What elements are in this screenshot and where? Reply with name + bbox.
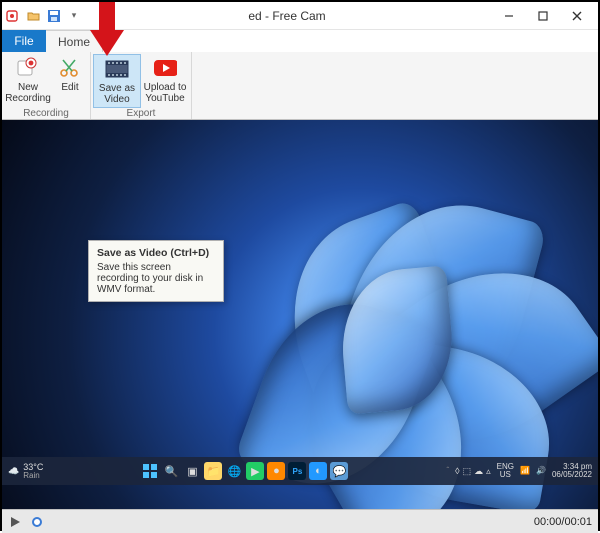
tray-region: US	[497, 471, 514, 479]
tooltip: Save as Video (Ctrl+D) Save this screen …	[88, 240, 224, 302]
wallpaper	[2, 120, 598, 509]
recorded-taskbar: ☁️ 33°C Rain 🔍 ▣ 📁 🌐 ▶ ● Ps ◐ 💬 ˆ ◊ ⬚ ☁	[2, 457, 598, 485]
app-icon-3: ◐	[309, 462, 327, 480]
weather-icon: ☁️	[8, 466, 19, 477]
tray-icon: ▵	[486, 467, 491, 476]
record-icon	[16, 56, 40, 80]
taskbar-tray: ˆ ◊ ⬚ ☁ ▵ ENG US 📶 🔊 3:34 pm 06/05/2022	[447, 463, 593, 479]
player-time: 00:00/00:01	[534, 516, 592, 528]
preview-area: Save as Video (Ctrl+D) Save this screen …	[2, 120, 598, 509]
title-bar: ▾ ed - Free Cam	[2, 2, 598, 30]
group-export: Save as Video Upload to YouTube Export	[91, 52, 192, 119]
group-recording: New Recording Edit Recording	[2, 52, 91, 119]
tab-home[interactable]: Home	[46, 30, 103, 52]
save-icon[interactable]	[46, 8, 62, 24]
edit-button[interactable]: Edit	[52, 54, 88, 108]
open-icon[interactable]	[26, 8, 42, 24]
tray-date: 06/05/2022	[552, 471, 592, 479]
start-icon	[141, 462, 159, 480]
edit-label: Edit	[61, 82, 78, 93]
app-icon-4: 💬	[330, 462, 348, 480]
taskview-icon: ▣	[183, 462, 201, 480]
player-bar: 00:00/00:01	[2, 509, 598, 533]
new-recording-button[interactable]: New Recording	[4, 54, 52, 108]
taskbar-weather: ☁️ 33°C Rain	[8, 463, 43, 480]
ribbon-tabs: File Home	[2, 30, 598, 52]
play-button[interactable]	[8, 515, 22, 529]
quick-access-toolbar: ▾	[6, 8, 82, 24]
search-icon: 🔍	[162, 462, 180, 480]
maximize-button[interactable]	[526, 3, 560, 29]
window-title: ed - Free Cam	[82, 9, 492, 23]
playhead-marker[interactable]	[30, 515, 44, 529]
tray-icon: ⬚	[463, 467, 472, 476]
taskbar-center: 🔍 ▣ 📁 🌐 ▶ ● Ps ◐ 💬	[43, 462, 446, 480]
tray-icon: ☁	[474, 467, 483, 476]
volume-icon: 🔊	[536, 467, 546, 475]
qat-dropdown-icon[interactable]: ▾	[66, 8, 82, 24]
scissors-icon	[58, 56, 82, 80]
new-recording-label: New Recording	[5, 82, 51, 104]
save-as-video-label: Save as Video	[99, 83, 135, 105]
edge-icon: 🌐	[225, 462, 243, 480]
tray-icon: ◊	[455, 467, 459, 476]
upload-youtube-button[interactable]: Upload to YouTube	[141, 54, 189, 108]
explorer-icon: 📁	[204, 462, 222, 480]
ribbon: New Recording Edit Recording Save as Vid…	[2, 52, 598, 120]
tooltip-body: Save this screen recording to your disk …	[97, 262, 203, 295]
app-icon-1: ▶	[246, 462, 264, 480]
app-icon-2: ●	[267, 462, 285, 480]
app-icon	[6, 8, 22, 24]
upload-youtube-label: Upload to YouTube	[144, 82, 187, 104]
weather-label: Rain	[23, 472, 43, 480]
wifi-icon: 📶	[520, 467, 530, 475]
tab-file[interactable]: File	[2, 30, 46, 52]
close-button[interactable]	[560, 3, 594, 29]
film-icon	[105, 57, 129, 81]
youtube-icon	[153, 56, 177, 80]
photoshop-icon: Ps	[288, 462, 306, 480]
tooltip-title: Save as Video (Ctrl+D)	[97, 247, 215, 259]
minimize-button[interactable]	[492, 3, 526, 29]
save-as-video-button[interactable]: Save as Video	[93, 54, 141, 108]
